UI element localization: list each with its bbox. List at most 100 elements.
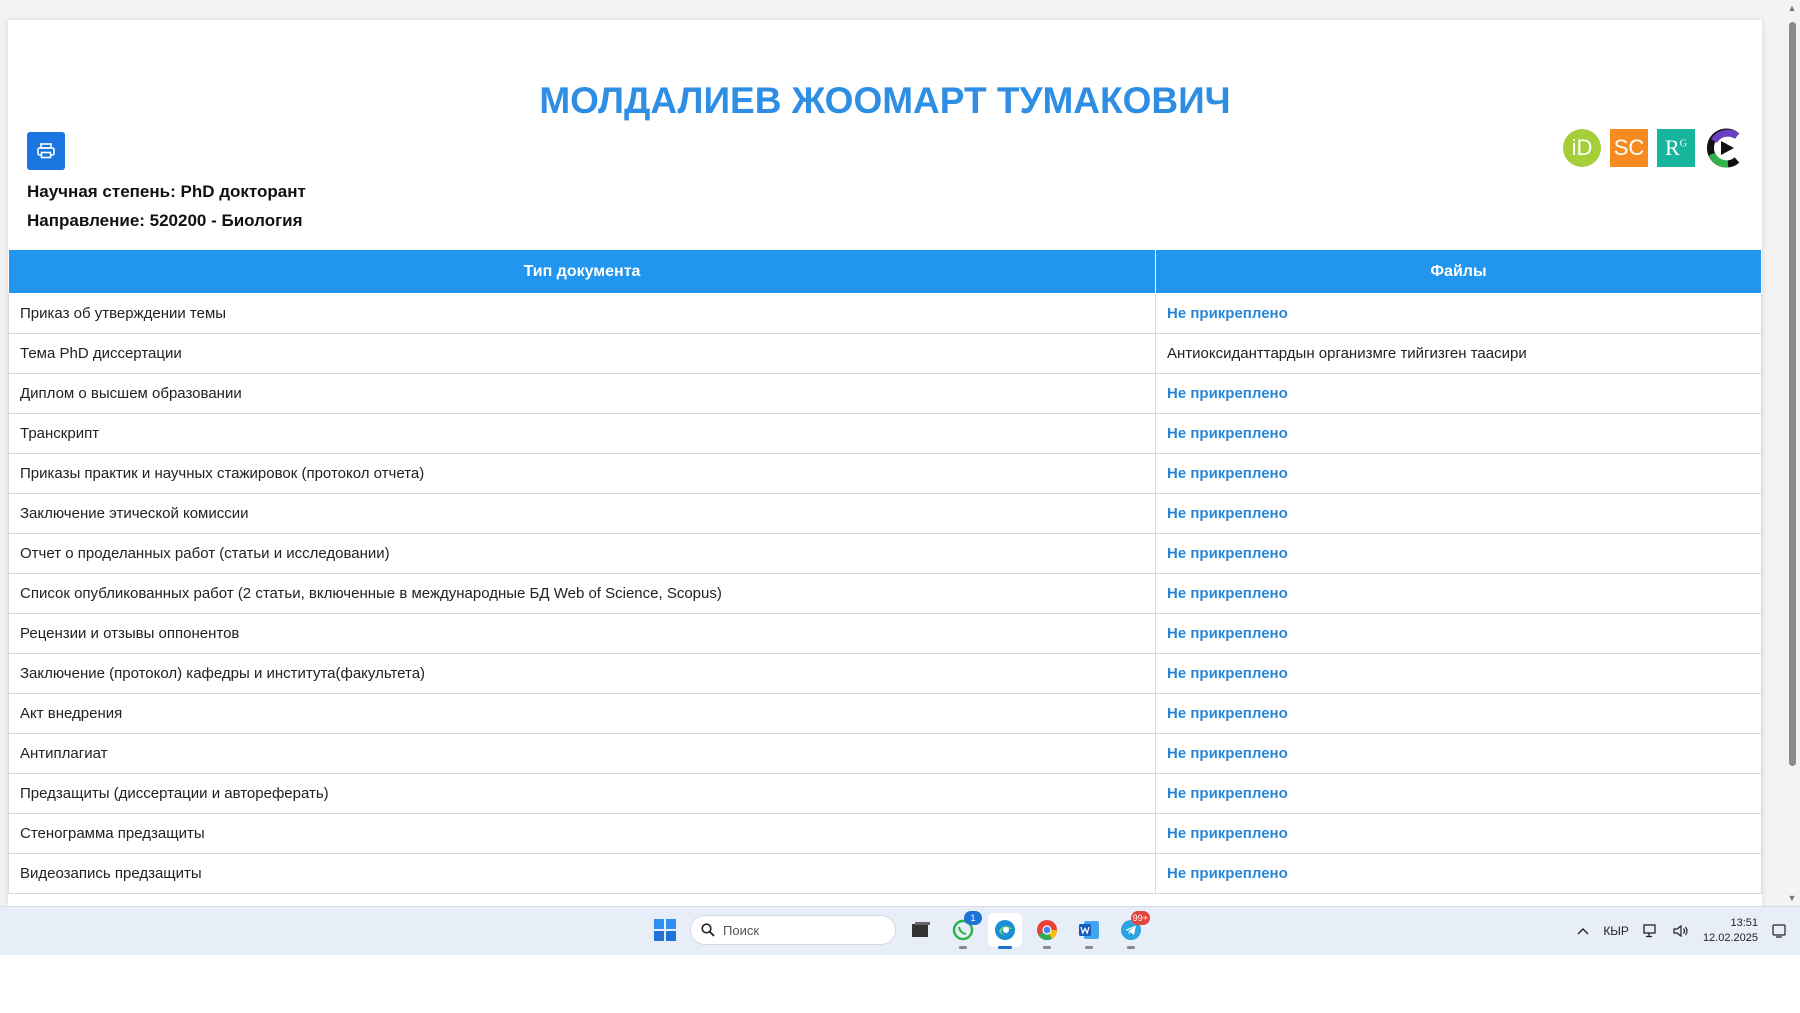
document-type-cell: Список опубликованных работ (2 статьи, в…	[8, 573, 1156, 614]
file-status-link[interactable]: Не прикреплено	[1155, 733, 1762, 774]
chevron-up-icon	[1577, 928, 1589, 935]
document-type-cell: Приказ об утверждении темы	[8, 293, 1156, 334]
search-icon	[701, 923, 715, 937]
running-indicator	[1043, 946, 1051, 949]
orcid-icon: iD	[1571, 135, 1593, 160]
researchgate-icon: RG	[1665, 135, 1687, 160]
running-indicator	[998, 946, 1012, 949]
network-button[interactable]	[1643, 924, 1659, 938]
degree-info: Научная степень: PhD докторант	[27, 182, 306, 201]
document-type-cell: Приказы практик и научных стажировок (пр…	[8, 453, 1156, 494]
scopus-link[interactable]: SC	[1610, 129, 1648, 167]
notifications-button[interactable]	[1772, 924, 1786, 938]
table-row: Тема PhD диссертации Антиоксиданттардын о…	[8, 333, 1762, 374]
file-status-link[interactable]: Не прикреплено	[1155, 453, 1762, 494]
document-type-cell: Заключение (протокол) кафедры и институт…	[8, 653, 1156, 694]
orcid-link[interactable]: iD	[1563, 129, 1601, 167]
volume-icon	[1673, 924, 1688, 938]
document-type-cell: Тема PhD диссертации	[8, 333, 1156, 374]
file-status-link[interactable]: Не прикреплено	[1155, 813, 1762, 854]
running-indicator	[1127, 946, 1135, 949]
clock-time: 13:51	[1730, 917, 1758, 929]
table-row: Отчет о проделанных работ (статьи и иссл…	[8, 533, 1762, 574]
scroll-down-arrow-icon[interactable]: ▼	[1787, 894, 1797, 903]
telegram-button[interactable]: 99+	[1114, 911, 1150, 949]
file-status-link[interactable]: Не прикреплено	[1155, 533, 1762, 574]
document-type-cell: Транскрипт	[8, 413, 1156, 454]
task-view-icon	[912, 922, 930, 937]
network-icon	[1643, 924, 1656, 938]
taskbar-apps: Поиск 1 99+	[648, 911, 1150, 949]
table-row: Антиплагиат Не прикреплено	[8, 733, 1762, 774]
whatsapp-badge: 1	[964, 911, 982, 925]
show-hidden-icons-button[interactable]	[1577, 927, 1589, 935]
direction-info: Направление: 520200 - Биология	[27, 211, 303, 230]
table-row: Приказ об утверждении темы Не прикреплено	[8, 293, 1762, 334]
scholar-icon	[1706, 128, 1740, 168]
file-status-link[interactable]: Не прикреплено	[1155, 693, 1762, 734]
task-view-button[interactable]	[904, 913, 938, 947]
student-card: МОЛДАЛИЕВ ЖООМАРТ ТУМАКОВИЧ Научная степ…	[8, 20, 1762, 906]
edge-button[interactable]	[988, 913, 1022, 949]
documents-table-body: Приказ об утверждении темы Не прикреплено…	[8, 293, 1762, 894]
file-status-link[interactable]: Не прикреплено	[1155, 413, 1762, 454]
scopus-icon: SC	[1613, 135, 1645, 160]
volume-button[interactable]	[1673, 924, 1689, 938]
telegram-badge: 99+	[1130, 911, 1150, 925]
file-status-link[interactable]: Не прикреплено	[1155, 653, 1762, 694]
table-row: Список опубликованных работ (2 статьи, в…	[8, 573, 1762, 614]
browser-viewport: МОЛДАЛИЕВ ЖООМАРТ ТУМАКОВИЧ Научная степ…	[0, 0, 1800, 906]
search-placeholder: Поиск	[723, 922, 760, 938]
printer-icon	[37, 143, 55, 159]
taskbar-search[interactable]: Поиск	[690, 915, 896, 945]
table-row: Транскрипт Не прикреплено	[8, 413, 1762, 454]
document-type-cell: Видеозапись предзащиты	[8, 853, 1156, 894]
document-type-cell: Акт внедрения	[8, 693, 1156, 734]
document-type-cell: Диплом о высшем образовании	[8, 373, 1156, 414]
file-status-link[interactable]: Не прикреплено	[1155, 773, 1762, 814]
system-tray: КЫР 13:51 12.02.2025	[1577, 907, 1786, 955]
running-indicator	[1085, 946, 1093, 949]
file-status-link[interactable]: Не прикреплено	[1155, 293, 1762, 334]
file-status-link[interactable]: Не прикреплено	[1155, 613, 1762, 654]
start-button[interactable]	[648, 913, 682, 947]
header-document-type: Тип документа	[8, 249, 1156, 294]
file-status-link[interactable]: Не прикреплено	[1155, 853, 1762, 894]
table-row: Рецензии и отзывы оппонентов Не прикрепле…	[8, 613, 1762, 654]
table-row: Акт внедрения Не прикреплено	[8, 693, 1762, 734]
file-status-link[interactable]: Не прикреплено	[1155, 573, 1762, 614]
print-button[interactable]	[27, 132, 65, 170]
table-row: Диплом о высшем образовании Не прикреплен…	[8, 373, 1762, 414]
page-title: МОЛДАЛИЕВ ЖООМАРТ ТУМАКОВИЧ	[539, 80, 1231, 121]
table-row: Заключение этической комиссии Не прикрепл…	[8, 493, 1762, 534]
chrome-icon	[1037, 920, 1058, 941]
whatsapp-button[interactable]: 1	[946, 911, 982, 949]
documents-table: Тип документа Файлы Приказ об утверждени…	[8, 249, 1762, 894]
table-row: Заключение (протокол) кафедры и институт…	[8, 653, 1762, 694]
table-row: Стенограмма предзащиты Не прикреплено	[8, 813, 1762, 854]
scroll-thumb[interactable]	[1789, 22, 1796, 766]
document-type-cell: Отчет о проделанных работ (статьи и иссл…	[8, 533, 1156, 574]
document-type-cell: Антиплагиат	[8, 733, 1156, 774]
scroll-up-arrow-icon[interactable]: ▲	[1787, 4, 1797, 13]
chrome-button[interactable]	[1030, 913, 1064, 949]
running-indicator	[959, 946, 967, 949]
word-button[interactable]	[1072, 913, 1106, 949]
language-indicator[interactable]: КЫР	[1603, 924, 1629, 938]
scholar-link[interactable]	[1704, 128, 1746, 168]
clock[interactable]: 13:51 12.02.2025	[1703, 916, 1758, 946]
researchgate-link[interactable]: RG	[1657, 129, 1695, 167]
clock-date: 12.02.2025	[1702, 932, 1758, 944]
windows-icon	[654, 919, 676, 941]
document-type-cell: Стенограмма предзащиты	[8, 813, 1156, 854]
table-row: Предзащиты (диссертации и автореферать) Н…	[8, 773, 1762, 814]
word-icon	[1079, 921, 1099, 939]
file-status-link[interactable]: Не прикреплено	[1155, 373, 1762, 414]
file-status-link[interactable]: Не прикреплено	[1155, 493, 1762, 534]
profile-links: iD SC RG	[1563, 128, 1746, 168]
table-row: Видеозапись предзащиты Не прикреплено	[8, 853, 1762, 894]
header-files: Файлы	[1155, 249, 1762, 294]
edge-icon	[995, 920, 1015, 940]
vertical-scrollbar[interactable]: ▲ ▼	[1784, 0, 1800, 906]
table-row: Приказы практик и научных стажировок (пр…	[8, 453, 1762, 494]
